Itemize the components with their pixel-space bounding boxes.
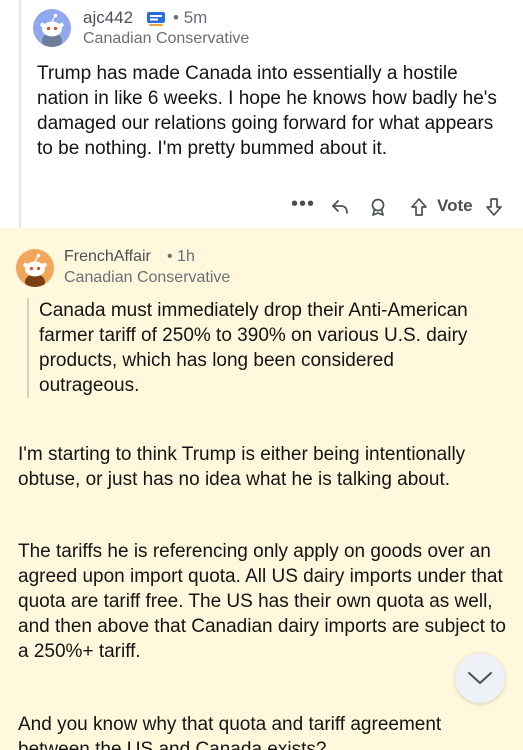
reply-icon[interactable] xyxy=(330,197,350,222)
comment-actions: ••• Vote xyxy=(0,194,523,222)
scroll-down-button[interactable] xyxy=(455,653,505,703)
vote-label: Vote xyxy=(437,196,473,215)
comment-paragraph: I'm starting to think Trump is either be… xyxy=(18,444,466,490)
more-options-button[interactable]: ••• xyxy=(291,194,315,214)
thread-line[interactable] xyxy=(19,0,21,228)
username[interactable]: FrenchAffair xyxy=(64,248,151,266)
upvote-icon[interactable] xyxy=(409,197,429,222)
snoo-avatar-icon xyxy=(40,13,64,47)
comment-paragraph: The tariffs he is referencing only apply… xyxy=(18,541,506,662)
blockquote: Canada must immediately drop their Anti-… xyxy=(27,298,497,398)
username[interactable]: ajc442 xyxy=(83,8,133,28)
avatar[interactable] xyxy=(16,249,54,287)
award-icon[interactable] xyxy=(368,197,388,222)
chevron-down-icon xyxy=(468,672,492,684)
user-flair: Canadian Conservative xyxy=(64,269,231,286)
comment-time: • 1h xyxy=(167,248,195,265)
comment-frenchaffair: FrenchAffair • 1h Canadian Conservative … xyxy=(0,228,523,750)
user-flair: Canadian Conservative xyxy=(83,30,250,47)
avatar[interactable] xyxy=(33,9,71,47)
downvote-icon[interactable] xyxy=(484,197,504,222)
comment-paragraph: And you know why that quota and tariff a… xyxy=(18,714,442,750)
comment-time: • 5m xyxy=(173,8,208,27)
comment-ajc442: ajc442 • 5m Canadian Conservative Trump … xyxy=(0,0,523,228)
comment-body: Trump has made Canada into essentially a… xyxy=(37,63,497,159)
snoo-avatar-icon xyxy=(23,253,47,287)
